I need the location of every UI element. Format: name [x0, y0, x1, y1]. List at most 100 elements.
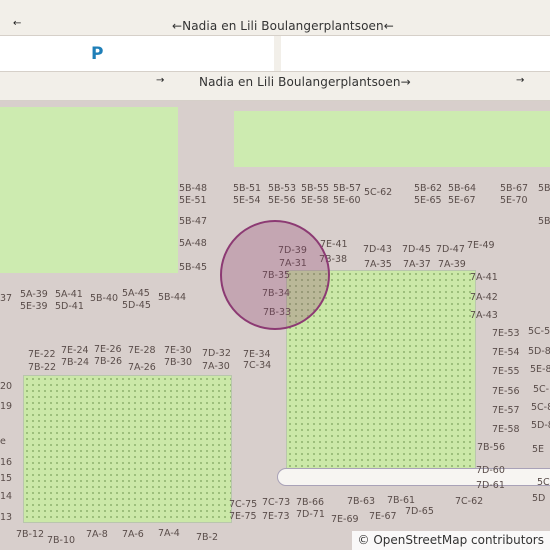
house-number-label: 7A-6: [122, 529, 144, 540]
house-number-label: 5B-40: [90, 293, 119, 304]
house-number-label: 7E-49: [467, 240, 495, 251]
road-divider: [0, 71, 550, 72]
footpath: [277, 468, 550, 486]
house-number-label: 5B: [538, 183, 550, 194]
house-number-label: 5D-8: [528, 346, 550, 357]
house-number-label: 5E-70: [500, 195, 528, 206]
house-number-label: 14: [0, 491, 13, 502]
house-number-label: 5E-51: [179, 195, 207, 206]
house-number-label: 5C-: [533, 384, 550, 395]
house-number-label: 5E-8: [530, 364, 550, 375]
house-number-label: 5A-41: [55, 289, 83, 300]
house-number-label: 7E-22: [28, 349, 56, 360]
house-number-label: 5C-62: [364, 187, 393, 198]
house-number-label: 5D: [532, 493, 546, 504]
house-number-label: 5D-45: [122, 300, 151, 311]
oneway-arrow-icon: →: [516, 75, 525, 86]
house-number-label: 5B-62: [414, 183, 443, 194]
house-number-label: 5B-47: [179, 216, 208, 227]
location-marker-circle[interactable]: [220, 220, 330, 330]
house-number-label: 5B-57: [333, 183, 362, 194]
house-number-label: 7A-4: [158, 528, 180, 539]
house-number-label: 7C-73: [262, 497, 291, 508]
house-number-label: 7E-55: [492, 366, 520, 377]
house-number-label: 19: [0, 401, 13, 412]
house-number-label: 7B-26: [94, 356, 123, 367]
house-number-label: 7D-71: [296, 509, 325, 520]
house-number-label: 5C-5: [528, 326, 550, 337]
house-number-label: 5B-48: [179, 183, 208, 194]
house-number-label: 7E-54: [492, 347, 520, 358]
house-number-label: 5D-41: [55, 301, 84, 312]
house-number-label: 7A-26: [128, 362, 156, 373]
house-number-label: 5E-65: [414, 195, 442, 206]
house-number-label: 7E-34: [243, 349, 271, 360]
house-number-label: 20: [0, 381, 13, 392]
house-number-label: 5A-39: [20, 289, 48, 300]
house-number-label: e: [0, 436, 6, 447]
house-number-label: 7D-60: [476, 465, 505, 476]
house-number-label: 5E-56: [268, 195, 296, 206]
house-number-label: 16: [0, 457, 13, 468]
house-number-label: 5B: [538, 216, 550, 227]
house-number-label: 7B-22: [28, 362, 57, 373]
oneway-arrow-icon: →: [156, 75, 165, 86]
house-number-label: 7D-65: [405, 506, 434, 517]
house-number-label: 5E-58: [301, 195, 329, 206]
house-number-label: 7E-67: [369, 511, 397, 522]
house-number-label: 7E-53: [492, 328, 520, 339]
house-number-label: 7A-8: [86, 529, 108, 540]
house-number-label: 7C-75: [229, 499, 258, 510]
house-number-label: 7B-10: [47, 535, 76, 546]
house-number-label: 7B-24: [61, 357, 90, 368]
oneway-arrow-icon: ←: [13, 18, 22, 29]
house-number-label: 5E: [532, 444, 545, 455]
house-number-label: 7A-37: [403, 259, 431, 270]
house-number-label: 7A-39: [438, 259, 466, 270]
house-number-label: 7D-61: [476, 480, 505, 491]
house-number-label: 5B-45: [179, 262, 208, 273]
park-area: [23, 375, 232, 523]
street-name-top: ←Nadia en Lili Boulangerplantsoen←: [172, 19, 394, 33]
house-number-label: 7B-66: [296, 497, 325, 508]
map-attribution[interactable]: © OpenStreetMap contributors: [351, 531, 550, 550]
parking-lot-area: [0, 36, 274, 71]
house-number-label: 5B-53: [268, 183, 297, 194]
parking-lot-area: [281, 36, 550, 71]
oneway-arrow-icon: ←: [172, 19, 183, 33]
house-number-label: 5B-55: [301, 183, 330, 194]
house-number-label: 7E-73: [262, 511, 290, 522]
street-name-text: Nadia en Lili Boulangerplantsoen: [199, 75, 401, 89]
house-number-label: 7E-26: [94, 344, 122, 355]
house-number-label: 5E-39: [20, 301, 48, 312]
oneway-arrow-icon: →: [400, 75, 411, 89]
house-number-label: 7B-2: [196, 532, 219, 543]
house-number-label: 15: [0, 473, 13, 484]
house-number-label: 5E-60: [333, 195, 361, 206]
house-number-label: 7D-47: [436, 244, 465, 255]
house-number-label: 5E-67: [448, 195, 476, 206]
house-number-label: 7E-69: [331, 514, 359, 525]
house-number-label: 5A-48: [179, 238, 207, 249]
house-number-label: 5E-54: [233, 195, 261, 206]
house-number-label: 7A-41: [470, 272, 498, 283]
house-number-label: 5B-51: [233, 183, 262, 194]
street-name-bottom: Nadia en Lili Boulangerplantsoen→: [199, 75, 411, 89]
house-number-label: 7E-58: [492, 424, 520, 435]
house-number-label: 5C: [537, 477, 550, 488]
house-number-label: 5B-64: [448, 183, 477, 194]
house-number-label: 5C-8: [531, 402, 550, 413]
parking-icon[interactable]: P: [91, 44, 103, 64]
house-number-label: 13: [0, 512, 13, 523]
house-number-label: 7E-75: [229, 511, 257, 522]
house-number-label: 7E-30: [164, 345, 192, 356]
house-number-label: 7B-12: [16, 529, 45, 540]
house-number-label: 7A-42: [470, 292, 498, 303]
house-number-label: 7C-62: [455, 496, 484, 507]
house-number-label: 5D-8: [531, 420, 550, 431]
house-number-label: 7D-45: [402, 244, 431, 255]
street-name-text: Nadia en Lili Boulangerplantsoen: [182, 19, 384, 33]
house-number-label: 7A-35: [364, 259, 392, 270]
house-number-label: 7D-32: [202, 348, 231, 359]
house-number-label: 7B-63: [347, 496, 376, 507]
